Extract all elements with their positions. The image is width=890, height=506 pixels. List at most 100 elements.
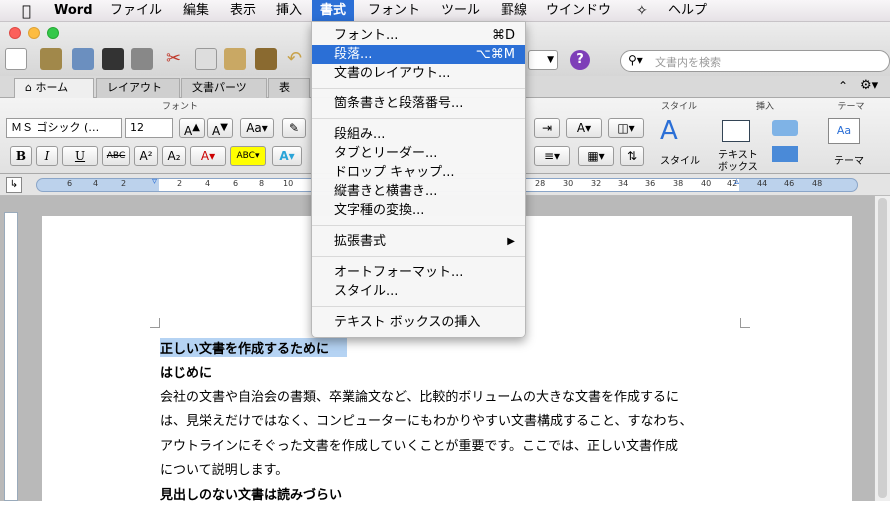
document-title-selected[interactable]: 正しい文書を作成するために (160, 338, 348, 357)
menu-item-tabs-leaders[interactable]: タブとリーダー... (312, 144, 525, 163)
menu-edit[interactable]: 編集 (175, 0, 217, 22)
right-indent-marker[interactable]: ▵ (734, 176, 739, 187)
columns-icon[interactable]: ◫▾ (608, 118, 644, 138)
clear-formatting-icon[interactable]: ✎ (282, 118, 306, 138)
menu-item-change-case[interactable]: 文字種の変換... (312, 201, 525, 220)
menu-window[interactable]: ウインドウ (538, 0, 619, 22)
ruler-tick: 2 (121, 179, 127, 188)
zoom-window-icon[interactable] (47, 27, 59, 39)
collapse-ribbon-icon[interactable]: ⌃ (838, 79, 848, 93)
sort-icon[interactable]: ⇅ (620, 146, 644, 166)
copy-icon[interactable] (195, 48, 217, 70)
zoom-dropdown[interactable]: ▼ (528, 50, 558, 70)
picture-icon[interactable] (772, 146, 798, 162)
document-paragraph-line[interactable]: について説明します。 (160, 459, 288, 478)
document-paragraph-line[interactable]: は、見栄えだけではなく、コンピューターにもわかりやすい文書構成すること、すなわち… (160, 410, 692, 429)
menu-help[interactable]: ヘルプ (660, 0, 715, 22)
tab-tables[interactable]: 表 (268, 78, 310, 98)
tab-stop-selector[interactable]: ↳ (6, 177, 22, 193)
apple-icon[interactable]:  (14, 0, 39, 22)
group-title-font: フォント (161, 102, 198, 112)
script-menu-icon[interactable]: ✧ (628, 0, 656, 22)
menu-format[interactable]: 書式 (312, 0, 355, 22)
font-name-combo[interactable]: ＭＳ ゴシック (… (6, 118, 122, 138)
search-placeholder: 文書内を検索 (655, 56, 721, 69)
menu-view[interactable]: 表示 (222, 0, 264, 22)
open-folder-icon[interactable] (72, 48, 94, 70)
menu-item-paragraph[interactable]: 段落... ⌥⌘M (312, 45, 525, 64)
tab-document-parts[interactable]: 文書パーツ (181, 78, 267, 98)
vertical-scrollbar[interactable] (874, 196, 890, 501)
menu-item-font[interactable]: フォント... ⌘D (312, 26, 525, 45)
styles-label[interactable]: スタイル (660, 152, 700, 167)
ribbon-settings-gear-icon[interactable]: ⚙▾ (860, 78, 878, 93)
ruler-tick: 28 (535, 179, 546, 188)
document-paragraph-line[interactable]: 会社の文書や自治会の書類、卒業論文など、比較的ボリュームの大きな文書を作成するに (160, 386, 679, 405)
menu-borders[interactable]: 罫線 (493, 0, 535, 22)
menu-item-insert-textbox[interactable]: テキスト ボックスの挿入 (312, 313, 525, 332)
underline-button[interactable]: U (62, 146, 98, 166)
styles-gallery-icon[interactable]: A (660, 116, 678, 146)
tab-home[interactable]: ⌂ ホーム (14, 78, 94, 98)
document-paragraph-line[interactable]: アウトラインにそぐった文書を作成していくことが重要です。ここでは、正しい文書作成 (160, 435, 678, 454)
ruler-tick: 10 (283, 179, 294, 188)
cut-icon[interactable]: ✂ (166, 48, 188, 70)
menu-item-asian-layout-label: 拡張書式 (334, 234, 387, 249)
text-direction-icon[interactable]: A▾ (566, 118, 602, 138)
menu-bar:  Word ファイル 編集 表示 挿入 書式 フォント ツール 罫線 ウインド… (0, 0, 890, 22)
undo-icon[interactable]: ↶ (287, 48, 309, 70)
menu-item-columns[interactable]: 段組み... (312, 125, 525, 144)
shrink-font-button[interactable]: A▼ (207, 118, 233, 138)
vertical-ruler[interactable] (4, 212, 18, 501)
borders-icon[interactable]: ▦▾ (578, 146, 614, 166)
themes-gallery-icon[interactable]: Aa (828, 118, 860, 144)
group-title-theme: テーマ (837, 102, 865, 112)
textbox-icon[interactable] (722, 120, 750, 142)
print-icon[interactable] (131, 48, 153, 70)
menu-item-text-direction[interactable]: 縦書きと横書き... (312, 182, 525, 201)
menu-separator (312, 118, 525, 119)
save-icon[interactable] (102, 48, 124, 70)
grow-font-button[interactable]: A▲ (179, 118, 205, 138)
search-input[interactable]: ⚲▾ 文書内を検索 (620, 50, 890, 72)
superscript-button[interactable]: A² (134, 146, 158, 166)
line-spacing-icon[interactable]: ≡▾ (534, 146, 570, 166)
gallery-icon[interactable] (40, 48, 62, 70)
change-case-button[interactable]: Aa▾ (240, 118, 274, 138)
menu-item-document-layout[interactable]: 文書のレイアウト... (312, 64, 525, 83)
menu-item-drop-cap[interactable]: ドロップ キャップ... (312, 163, 525, 182)
menu-insert[interactable]: 挿入 (268, 0, 310, 22)
first-line-indent-marker[interactable]: ▿ (152, 176, 157, 187)
strikethrough-button[interactable]: ABC (102, 146, 130, 166)
close-window-icon[interactable] (9, 27, 21, 39)
menu-tools[interactable]: ツール (433, 0, 488, 22)
text-effects-button[interactable]: A▾ (272, 146, 302, 166)
font-size-combo[interactable]: 12 (125, 118, 173, 138)
app-menu-word[interactable]: Word (46, 0, 101, 22)
menu-file[interactable]: ファイル (102, 0, 170, 22)
paste-icon[interactable] (224, 48, 246, 70)
new-document-icon[interactable] (5, 48, 27, 70)
menu-item-bullets-numbering[interactable]: 箇条書きと段落番号... (312, 94, 525, 113)
menu-item-asian-layout[interactable]: 拡張書式 ▶ (312, 232, 525, 251)
menu-font[interactable]: フォント (360, 0, 428, 22)
font-color-button[interactable]: A▾ (190, 146, 226, 166)
menu-item-font-shortcut: ⌘D (491, 28, 515, 43)
highlight-button[interactable]: ABC▾ (230, 146, 266, 166)
minimize-window-icon[interactable] (28, 27, 40, 39)
italic-button[interactable]: I (36, 146, 58, 166)
themes-label[interactable]: テーマ (834, 152, 864, 167)
document-heading[interactable]: はじめに (160, 362, 212, 381)
menu-item-autoformat[interactable]: オートフォーマット... (312, 263, 525, 282)
shapes-icon[interactable] (772, 120, 798, 136)
help-icon[interactable]: ? (570, 50, 590, 70)
subscript-button[interactable]: A₂ (162, 146, 186, 166)
group-title-insert: 挿入 (755, 102, 774, 112)
menu-item-style[interactable]: スタイル... (312, 282, 525, 301)
format-painter-icon[interactable] (255, 48, 277, 70)
bold-button[interactable]: B (10, 146, 32, 166)
document-heading[interactable]: 見出しのない文書は読みづらい (160, 484, 342, 503)
scrollbar-thumb[interactable] (878, 198, 887, 498)
tab-layout[interactable]: レイアウト (96, 78, 180, 98)
increase-indent-icon[interactable]: ⇥ (534, 118, 560, 138)
